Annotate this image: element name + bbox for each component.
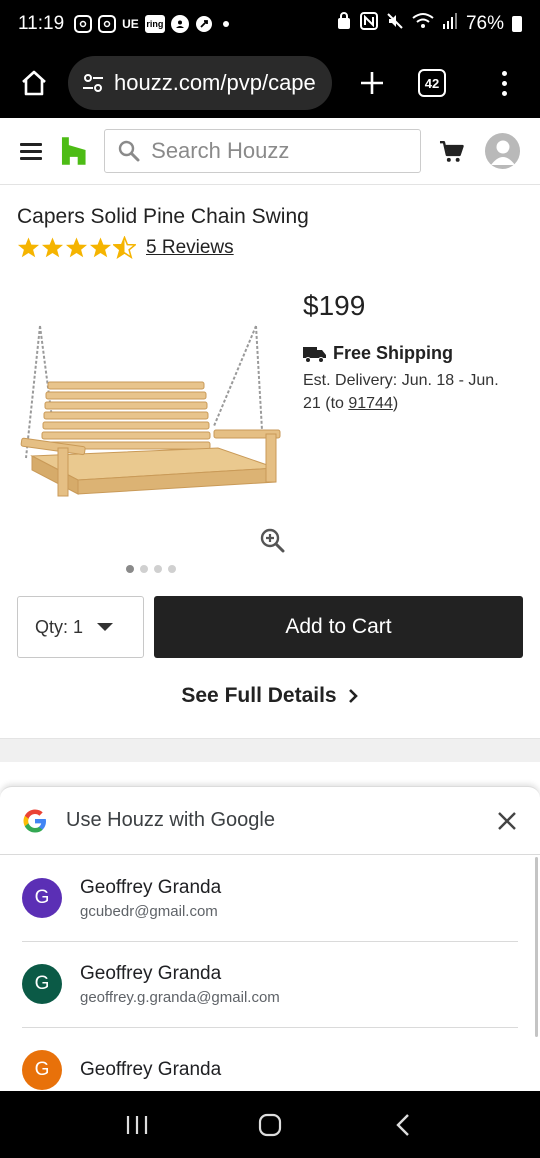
close-icon[interactable] [496, 810, 518, 832]
google-sheet-title: Use Houzz with Google [66, 809, 275, 831]
carousel-dot[interactable] [140, 565, 148, 573]
home-nav-button[interactable] [250, 1105, 290, 1145]
image-carousel-dots [126, 565, 176, 573]
site-settings-icon[interactable] [82, 73, 104, 93]
plus-icon [361, 72, 383, 94]
estimated-delivery: Est. Delivery: Jun. 18 - Jun. 21 (to 917… [303, 369, 513, 415]
account-email: geoffrey.g.granda@gmail.com [80, 988, 280, 1006]
google-account-item[interactable]: G Geoffrey Granda geoffrey.g.granda@gmai… [0, 941, 540, 1027]
search-input[interactable]: Search Houzz [104, 129, 422, 173]
mute-icon [386, 12, 404, 36]
ring-icon: ring [144, 15, 165, 33]
reviews-link[interactable]: 5 Reviews [146, 237, 234, 259]
section-divider [0, 738, 540, 762]
nfc-lock-icon [336, 12, 352, 36]
half-star-icon [113, 236, 136, 259]
notification-icons: UE ring [74, 15, 229, 33]
google-logo-icon [23, 809, 46, 832]
account-name: Geoffrey Granda [80, 876, 222, 898]
add-to-cart-button[interactable]: Add to Cart [154, 596, 523, 658]
account-avatar: G [22, 1050, 62, 1090]
sheet-scrollbar[interactable] [535, 857, 538, 1037]
instagram-icon [98, 15, 117, 33]
hamburger-menu-icon[interactable] [20, 142, 42, 160]
zip-code-link[interactable]: 91744 [348, 395, 393, 412]
chevron-down-icon [97, 623, 114, 631]
rating-row: 5 Reviews [17, 236, 234, 259]
account-avatar: G [22, 878, 62, 918]
carousel-dot[interactable] [154, 565, 162, 573]
account-icon [170, 15, 189, 33]
url-text: houzz.com/pvp/cape [114, 70, 316, 95]
ue-icon: UE [122, 17, 139, 31]
google-account-item[interactable]: G Geoffrey Granda [0, 1027, 540, 1091]
search-placeholder: Search Houzz [151, 138, 290, 163]
houzz-logo-icon[interactable] [60, 137, 88, 165]
delivery-suffix: ) [392, 395, 399, 412]
product-image[interactable] [18, 318, 284, 516]
carousel-dot[interactable] [126, 565, 134, 573]
star-icon [41, 237, 64, 258]
shipping-info: Free Shipping [303, 343, 453, 364]
back-button[interactable] [383, 1105, 423, 1145]
recents-icon [126, 1115, 147, 1134]
free-shipping-label: Free Shipping [333, 343, 454, 363]
battery-icon [512, 16, 522, 32]
product-price: $199 [303, 290, 366, 321]
quantity-label: Qty: 1 [35, 616, 84, 637]
signal-icon [442, 12, 458, 36]
star-icon [17, 237, 40, 258]
battery-percent: 76% [465, 13, 504, 34]
status-bar: 11:19 UE ring 76% [0, 0, 540, 48]
clock: 11:19 [18, 13, 65, 34]
more-dot-icon [501, 80, 507, 86]
cart-icon[interactable] [439, 138, 465, 164]
see-full-details-label: See Full Details [181, 684, 337, 707]
instagram-icon [74, 15, 93, 33]
more-dot-icon [501, 70, 507, 76]
address-bar[interactable]: houzz.com/pvp/cape [68, 56, 332, 110]
tab-switcher-button[interactable]: 42 [418, 69, 446, 97]
chevron-right-icon [348, 689, 358, 703]
home-button[interactable] [14, 63, 54, 103]
more-dot-icon [501, 90, 507, 96]
search-icon [118, 140, 140, 162]
account-name: Geoffrey Granda [80, 1059, 222, 1080]
account-email: gcubedr@gmail.com [80, 902, 218, 920]
zoom-in-icon[interactable] [259, 527, 285, 553]
account-avatar: G [22, 964, 62, 1004]
browser-toolbar: houzz.com/pvp/cape 42 [0, 48, 540, 118]
product-title: Capers Solid Pine Chain Swing [17, 205, 309, 228]
system-nav-bar [0, 1091, 540, 1158]
google-sheet-header: Use Houzz with Google [0, 787, 540, 855]
quantity-select[interactable]: Qty: 1 [17, 596, 144, 658]
site-header: Search Houzz [0, 118, 540, 185]
home-icon [22, 70, 46, 96]
account-name: Geoffrey Granda [80, 962, 222, 984]
browser-menu-button[interactable] [494, 63, 514, 103]
back-icon [396, 1113, 410, 1136]
see-full-details-link[interactable]: See Full Details [0, 684, 540, 708]
rocket-icon [195, 15, 213, 33]
nfc-icon [359, 12, 378, 36]
truck-icon [303, 346, 326, 363]
wifi-icon [412, 12, 434, 36]
delivery-text: Est. Delivery: Jun. 18 - Jun. 21 (to [303, 372, 499, 412]
dot-icon [222, 21, 229, 27]
carousel-dot[interactable] [168, 565, 176, 573]
user-avatar-icon[interactable] [484, 133, 520, 169]
new-tab-button[interactable] [352, 63, 392, 103]
star-rating [17, 236, 136, 259]
google-signin-sheet: Use Houzz with Google G Geoffrey Granda … [0, 786, 540, 1091]
home-circle-icon [258, 1113, 282, 1136]
star-icon [65, 237, 88, 258]
google-account-item[interactable]: G Geoffrey Granda gcubedr@gmail.com [0, 855, 540, 941]
star-icon [89, 237, 112, 258]
recent-apps-button[interactable] [117, 1105, 157, 1145]
